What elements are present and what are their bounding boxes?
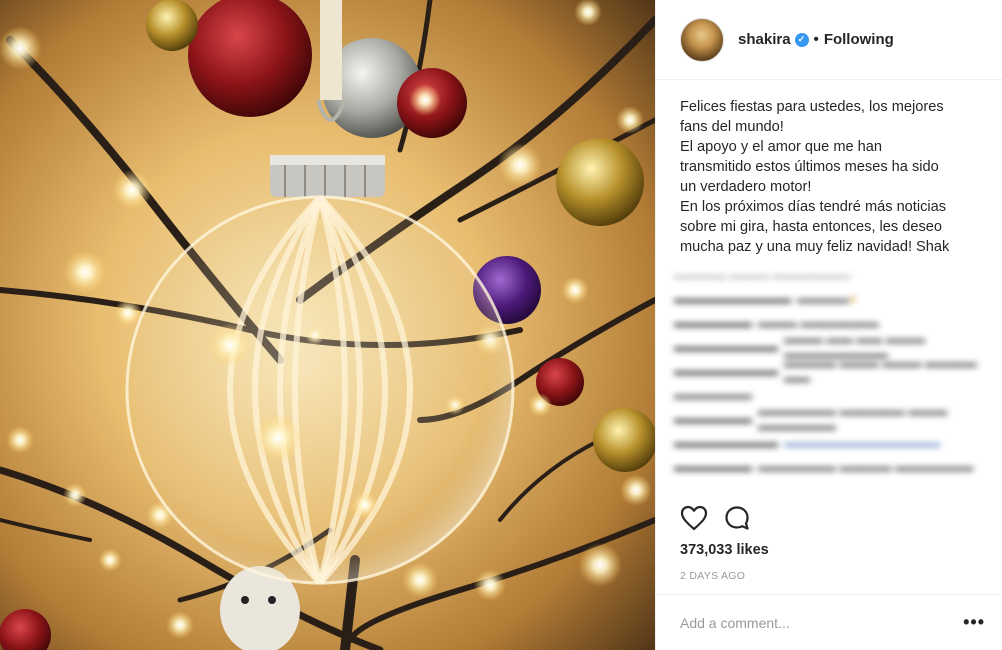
comment-line: ▬▬▬▬▬▬▬▬ ▬▬▬▬ ▬▬▬ ▬▬▬ ▬▬▬▬ ▬▬ <box>674 355 977 385</box>
username[interactable]: shakira <box>738 31 791 48</box>
verified-badge-icon: ✓ <box>794 32 809 47</box>
comment-line: ▬▬▬▬▬▬▬▬▬ ▬▬▬▬ ● <box>674 290 857 306</box>
christmas-ornament-photo <box>0 0 655 650</box>
like-count[interactable]: 373,033 likes <box>680 542 769 558</box>
comment-bubble-icon[interactable] <box>724 505 750 531</box>
post-side-panel: shakira ✓ • Following Felices fiestas pa… <box>655 0 1002 650</box>
post-timestamp[interactable]: 2 DAYS AGO <box>680 570 745 582</box>
comment-line: ▬▬▬▬▬▬▬▬ ▬▬▬▬▬▬▬▬▬▬▬▬ <box>674 434 940 450</box>
user-line: shakira ✓ • Following <box>738 31 894 48</box>
comment-line: ▬▬▬▬▬▬ ▬▬▬▬▬▬ ▬▬▬▬ ▬▬▬▬▬▬ <box>674 458 974 474</box>
post-actions <box>680 505 750 531</box>
blurred-comments: ▬▬▬▬ ▬▬▬ ▬▬▬▬▬▬ ▬▬▬▬▬▬▬▬▬ ▬▬▬▬ ● ▬▬▬▬▬▬ ▬▬… <box>674 262 980 502</box>
add-comment-input[interactable] <box>680 614 964 631</box>
heart-icon[interactable] <box>680 505 708 531</box>
comment-line: ▬▬▬▬▬▬ ▬▬▬▬▬▬ ▬▬▬▬▬ ▬▬▬ ▬▬▬▬▬▬ <box>674 403 948 433</box>
following-button[interactable]: Following <box>824 31 894 48</box>
comment-line: ▬▬▬▬ ▬▬▬ ▬▬▬▬▬▬ <box>674 266 851 282</box>
more-options-icon[interactable]: ••• <box>963 612 985 633</box>
post-photo <box>0 0 655 650</box>
post-caption: Felices fiestas para ustedes, los mejore… <box>680 99 950 255</box>
separator-dot: • <box>813 31 819 48</box>
post-header: shakira ✓ • Following <box>656 0 1002 80</box>
comment-bar: ••• <box>656 594 1002 650</box>
avatar[interactable] <box>680 17 724 62</box>
